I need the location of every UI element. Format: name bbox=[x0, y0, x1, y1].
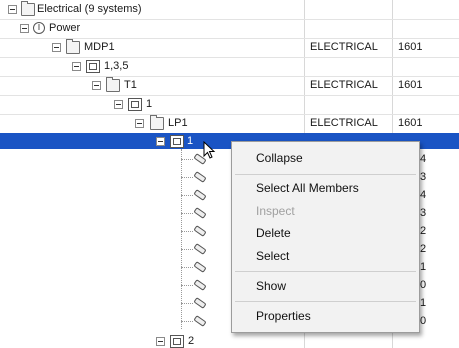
device-plug-icon bbox=[193, 297, 207, 307]
number-cell: 0 bbox=[420, 279, 427, 291]
tree-row-lp1[interactable]: LP1 ELECTRICAL 1601 bbox=[0, 114, 459, 133]
number-cell: 4 bbox=[420, 153, 427, 165]
collapse-toggle-icon[interactable] bbox=[92, 81, 101, 90]
tree-row-electrical[interactable]: Electrical (9 systems) bbox=[0, 0, 459, 19]
device-plug-icon bbox=[193, 189, 207, 199]
tree-label: MDP1 bbox=[84, 41, 115, 53]
device-plug-icon bbox=[193, 261, 207, 271]
number-cell: 1601 bbox=[398, 117, 423, 129]
tree-label: Power bbox=[49, 22, 81, 34]
device-plug-icon bbox=[193, 315, 207, 325]
device-plug-icon bbox=[193, 171, 207, 181]
tree-row-t1[interactable]: T1 ELECTRICAL 1601 bbox=[0, 76, 459, 95]
device-plug-icon bbox=[193, 207, 207, 217]
number-cell: 3 bbox=[420, 171, 427, 183]
panel-icon bbox=[66, 39, 80, 54]
transformer-icon bbox=[106, 77, 120, 92]
number-cell: 1 bbox=[420, 297, 427, 309]
circuit-icon bbox=[128, 98, 142, 111]
device-plug-icon bbox=[193, 279, 207, 289]
tree-guide-line bbox=[181, 231, 193, 232]
type-cell: ELECTRICAL bbox=[310, 117, 378, 129]
tree-row-mdp1[interactable]: MDP1 ELECTRICAL 1601 bbox=[0, 38, 459, 57]
power-icon: I bbox=[33, 22, 45, 34]
number-cell: 1601 bbox=[398, 41, 423, 53]
tree-guide-line bbox=[181, 177, 193, 178]
menu-separator bbox=[235, 301, 416, 302]
tree-guide-line bbox=[181, 249, 193, 250]
tree-guide-line bbox=[181, 321, 193, 322]
menu-item-collapse[interactable]: Collapse bbox=[256, 151, 303, 165]
tree-guide-line bbox=[181, 213, 193, 214]
tree-label: T1 bbox=[124, 79, 137, 91]
menu-item-select-all-members[interactable]: Select All Members bbox=[256, 181, 359, 195]
circuit-icon bbox=[170, 135, 184, 148]
menu-item-delete[interactable]: Delete bbox=[256, 226, 291, 240]
number-cell: 1601 bbox=[398, 79, 423, 91]
menu-separator bbox=[235, 271, 416, 272]
tree-guide-line bbox=[181, 285, 193, 286]
tree-label: LP1 bbox=[168, 117, 188, 129]
tree-guide-line bbox=[181, 303, 193, 304]
mouse-cursor-icon bbox=[203, 141, 216, 159]
context-menu: Collapse Select All Members Inspect Dele… bbox=[231, 141, 420, 333]
expand-toggle-icon[interactable] bbox=[156, 337, 165, 346]
menu-item-inspect: Inspect bbox=[256, 204, 295, 218]
folder-icon bbox=[21, 1, 35, 16]
tree-label: 1 bbox=[187, 135, 194, 147]
tree-label: 2 bbox=[188, 335, 195, 347]
tree-row-power[interactable]: I Power bbox=[0, 19, 459, 38]
tree-row-circuit-2[interactable]: 2 bbox=[0, 333, 459, 348]
number-cell: 1 bbox=[420, 261, 427, 273]
tree-guide-line bbox=[181, 267, 193, 268]
tree-label: Electrical (9 systems) bbox=[37, 3, 142, 15]
type-cell: ELECTRICAL bbox=[310, 79, 378, 91]
tree-label: 1 bbox=[146, 98, 153, 110]
tree-guide-line bbox=[181, 195, 193, 196]
menu-item-select[interactable]: Select bbox=[256, 249, 289, 263]
menu-item-properties[interactable]: Properties bbox=[256, 309, 311, 323]
system-browser: Electrical (9 systems) I Power MDP1 ELEC… bbox=[0, 0, 459, 348]
circuit-icon bbox=[86, 60, 100, 73]
tree-label: 1,3,5 bbox=[104, 60, 129, 72]
device-plug-icon bbox=[193, 243, 207, 253]
number-cell: 2 bbox=[420, 225, 427, 237]
number-cell: 2 bbox=[420, 243, 427, 255]
tree-row-circuit-135[interactable]: 1,3,5 bbox=[0, 57, 459, 76]
number-cell: 4 bbox=[420, 189, 427, 201]
tree-guide-line bbox=[181, 159, 193, 160]
collapse-toggle-icon[interactable] bbox=[135, 119, 144, 128]
collapse-toggle-icon[interactable] bbox=[20, 24, 29, 33]
collapse-toggle-icon[interactable] bbox=[52, 43, 61, 52]
collapse-toggle-icon[interactable] bbox=[156, 137, 165, 146]
collapse-toggle-icon[interactable] bbox=[8, 5, 17, 14]
number-cell: 0 bbox=[420, 315, 427, 327]
panel-icon bbox=[150, 115, 164, 130]
menu-separator bbox=[235, 174, 416, 175]
type-cell: ELECTRICAL bbox=[310, 41, 378, 53]
collapse-toggle-icon[interactable] bbox=[114, 100, 123, 109]
device-plug-icon bbox=[193, 225, 207, 235]
circuit-icon bbox=[170, 335, 184, 348]
menu-item-show[interactable]: Show bbox=[256, 279, 286, 293]
number-cell: 3 bbox=[420, 207, 427, 219]
collapse-toggle-icon[interactable] bbox=[72, 62, 81, 71]
tree-row-circuit-1[interactable]: 1 bbox=[0, 95, 459, 114]
